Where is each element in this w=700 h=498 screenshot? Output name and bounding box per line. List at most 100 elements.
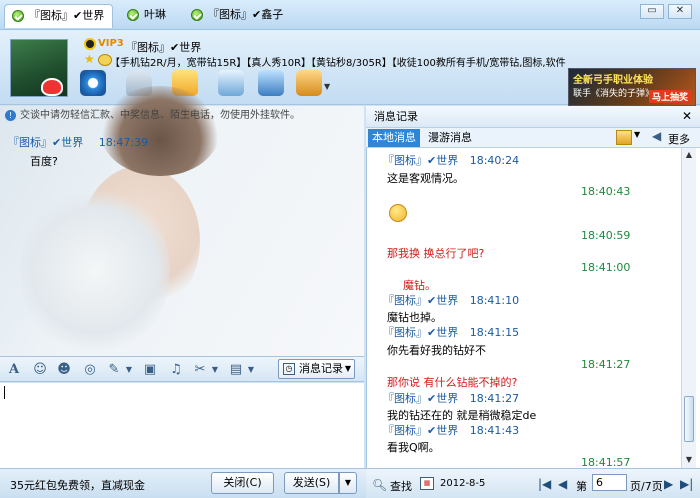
page-prefix: 第 <box>576 480 587 493</box>
message-history-label: 消息记录 <box>299 362 343 375</box>
font-icon[interactable]: A <box>6 362 22 378</box>
chevron-down-icon[interactable]: ▼ <box>207 362 223 378</box>
message-history-button[interactable]: ◷ 消息记录 ▼ <box>278 359 355 379</box>
chevron-down-icon[interactable]: ▼ <box>121 362 137 378</box>
doodle-icon[interactable]: ✎ <box>106 362 122 378</box>
chevron-down-icon[interactable]: ▼ <box>634 130 640 139</box>
tab-conversation-shijie[interactable]: 『图标』✔世界 <box>4 4 114 28</box>
contact-signature: 【手机钻2R/月，宽带钻15R】【真人秀10R】【黄钻秒8/305R】【收徒10… <box>110 58 566 69</box>
chevron-down-icon[interactable]: ▼ <box>243 362 259 378</box>
emoji-icon[interactable]: ☺ <box>32 362 48 378</box>
chevron-down-icon: ▼ <box>344 478 352 487</box>
send-button[interactable]: 发送(S) <box>284 472 339 494</box>
advertisement-banner[interactable]: 全新弓手职业体验 联手《消失的子弹》 马上抽奖 <box>568 68 696 106</box>
ad-cta-button[interactable]: 马上抽奖 <box>648 90 691 103</box>
scroll-up-arrow[interactable]: ▲ <box>683 149 695 161</box>
vip-badge[interactable]: VIP3 <box>98 38 124 49</box>
export-icon[interactable] <box>616 130 632 145</box>
screenshot-scissors-icon[interactable]: ✂ <box>192 362 208 378</box>
entry-text: 那我换 换总行了吧? <box>387 247 485 260</box>
info-shield-icon: ! <box>5 110 16 121</box>
entry-time: 18:41:15 <box>469 326 520 339</box>
more-button[interactable]: 更多 <box>668 131 690 147</box>
first-page-button[interactable]: |◀ <box>538 477 551 491</box>
entry-text: 魔钻也掉。 <box>387 311 442 324</box>
entry-text: 魔钻。 <box>403 279 436 292</box>
contact-header: VIP3 『图标』✔世界 ★ 【手机钻2R/月，宽带钻15R】【真人秀10R】【… <box>0 30 700 106</box>
search-button[interactable]: 查找 <box>390 478 412 494</box>
online-status-icon <box>191 9 203 21</box>
message-time: 18:47:39 <box>98 136 149 149</box>
minimize-button[interactable]: ▭ <box>640 4 664 19</box>
tab-conversation-xinzi[interactable]: 『图标』✔鑫子 <box>184 4 291 28</box>
entry-time: 18:41:27 <box>469 392 520 405</box>
entry-text: 我的钻还在的 就是稍微稳定de <box>387 409 537 422</box>
chevron-down-icon: ▼ <box>344 364 351 373</box>
message-input[interactable] <box>0 383 364 468</box>
calendar-icon[interactable]: ▦ <box>420 477 434 490</box>
entry-text: 这是客观情况。 <box>387 172 464 185</box>
heart-icon <box>41 78 63 96</box>
create-discussion-icon[interactable] <box>218 70 244 96</box>
speaker-icon[interactable]: ◀ <box>652 129 661 143</box>
previous-page-button[interactable]: ◀ <box>558 477 567 491</box>
tab-label: 『图标』✔鑫子 <box>208 8 284 21</box>
search-icon[interactable]: 🔍︎ <box>372 478 387 492</box>
entry-text: 那你说 有什么钻能不掉的? <box>387 376 518 389</box>
video-call-icon[interactable] <box>80 70 106 96</box>
security-notice: ! 交谈中请勿轻信汇款、中奖信息、陌生电话，勿使用外挂软件。 <box>0 106 364 126</box>
close-icon[interactable]: ✕ <box>682 106 692 127</box>
entry-time: 18:41:10 <box>469 294 520 307</box>
background-sweater-decoration <box>20 186 170 356</box>
next-page-button[interactable]: ▶ <box>664 477 673 491</box>
entry-sender: 『图标』✔世界 <box>383 392 459 405</box>
entry-sender: 『图标』✔世界 <box>383 326 459 339</box>
entry-text: 你先看好我的钻好不 <box>387 344 486 357</box>
history-scrollbar[interactable]: ▲ ▼ <box>681 148 696 468</box>
entry-time: 18:41:00 <box>581 261 631 274</box>
entry-time: 18:41:43 <box>469 424 520 437</box>
avatar[interactable] <box>10 39 68 97</box>
promo-link[interactable]: 35元红包免费领，直减现金 <box>10 477 145 493</box>
close-window-button[interactable]: ✕ <box>668 4 692 19</box>
history-panel-title: 消息记录 <box>374 110 418 123</box>
entry-time: 18:40:43 <box>581 185 631 198</box>
clock-icon: ◷ <box>283 363 295 375</box>
tab-local-messages[interactable]: 本地消息 <box>368 129 420 147</box>
qq-penguin-icon <box>84 38 96 50</box>
entry-sender: 『图标』✔世界 <box>383 294 459 307</box>
shake-window-icon[interactable]: ◎ <box>82 362 98 378</box>
page-number-input[interactable]: 6 <box>592 474 627 491</box>
tab-conversation-yelin[interactable]: 叶琳 <box>120 4 174 28</box>
music-icon[interactable]: ♫ <box>168 362 184 378</box>
remote-desktop-icon[interactable] <box>258 70 284 96</box>
entry-time: 18:40:59 <box>581 229 631 242</box>
app-box-icon[interactable] <box>296 70 322 96</box>
scroll-thumb[interactable] <box>684 396 694 442</box>
star-icon: ★ <box>84 52 95 66</box>
history-entry: 『图标』✔世界 18:41:27 <box>383 390 519 406</box>
online-status-icon <box>12 10 24 22</box>
online-status-icon <box>127 9 139 21</box>
magic-face-icon[interactable]: ☻ <box>56 362 72 378</box>
history-entry: 『图标』✔世界 18:40:24 <box>383 152 519 168</box>
history-entry: 『图标』✔世界 18:41:15 <box>383 324 519 340</box>
send-image-icon[interactable]: ▣ <box>142 362 158 378</box>
message-sender: 『图标』✔世界 <box>8 136 84 149</box>
chevron-down-icon[interactable]: ▼ <box>324 82 330 91</box>
text-cursor <box>4 386 5 399</box>
scroll-down-arrow[interactable]: ▼ <box>683 454 695 466</box>
close-button[interactable]: 关闭(C) <box>211 472 274 494</box>
last-page-button[interactable]: ▶| <box>680 477 693 491</box>
send-options-dropdown[interactable]: ▼ <box>339 472 357 494</box>
toolbox-icon[interactable]: ▤ <box>228 362 244 378</box>
emoticon-icon <box>389 204 407 222</box>
date-picker[interactable]: 2012-8-5 <box>440 478 485 489</box>
tab-label: 『图标』✔世界 <box>29 9 105 22</box>
conversation-tab-bar: 『图标』✔世界 叶琳 『图标』✔鑫子 ▭ ✕ <box>0 0 700 30</box>
tab-roaming-messages[interactable]: 漫游消息 <box>424 129 476 147</box>
ad-headline: 全新弓手职业体验 <box>573 75 653 86</box>
contact-name: 『图标』✔世界 <box>126 41 202 54</box>
message-text: 百度? <box>30 155 58 168</box>
entry-sender: 『图标』✔世界 <box>383 424 459 437</box>
